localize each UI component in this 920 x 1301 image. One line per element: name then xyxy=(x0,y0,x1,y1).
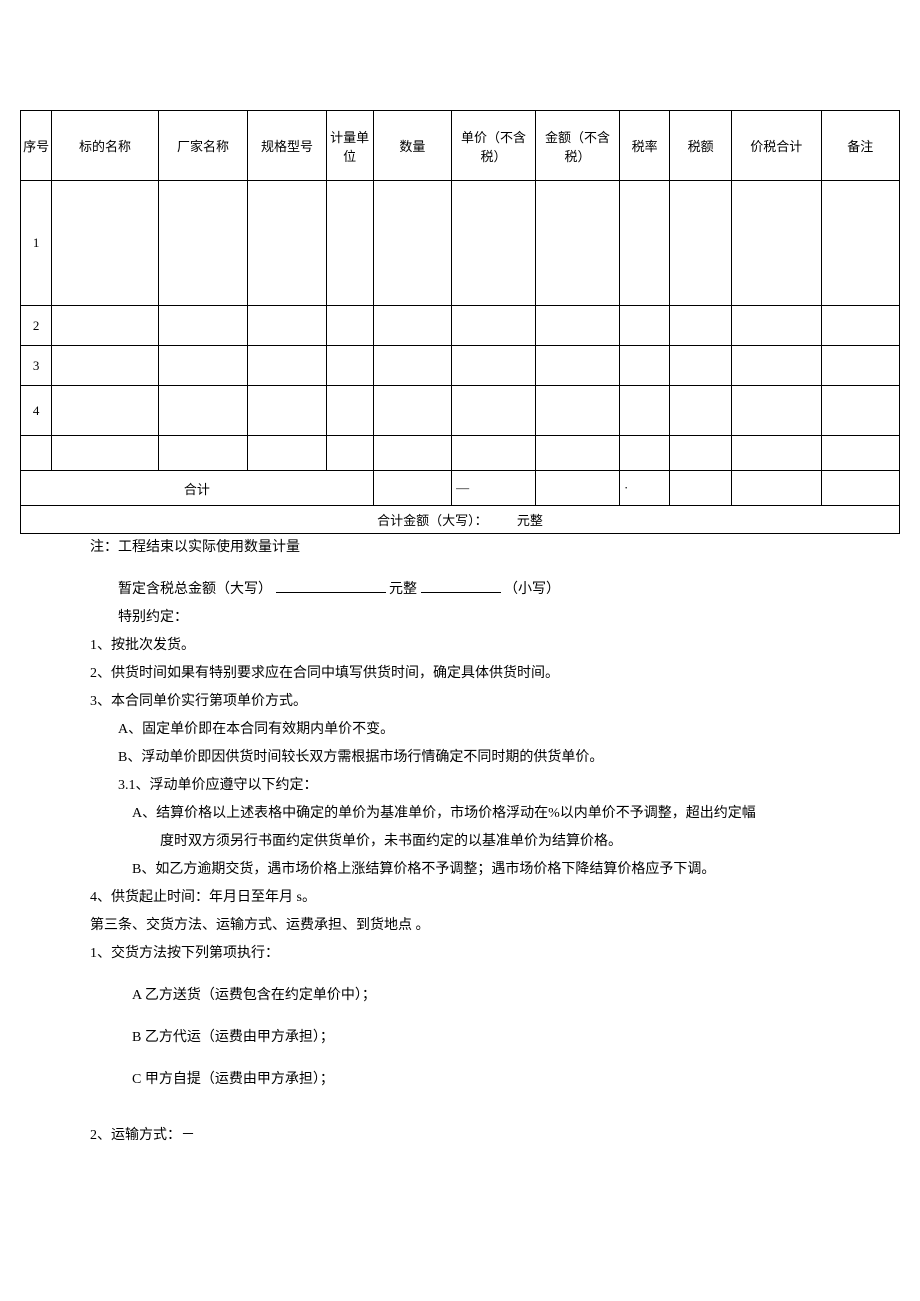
table-row: 1 xyxy=(21,181,900,306)
col-header-taxrate: 税率 xyxy=(620,111,670,181)
item-3-1b: B、如乙方逾期交货，遇市场价格上涨结算价格不予调整；遇市场价格下降结算价格应予下… xyxy=(90,856,900,884)
article-3-item-1c: C 甲方自提（运费由甲方承担）； xyxy=(90,1066,900,1094)
item-3-1a-line1: A、结算价格以上述表格中确定的单价为基准单价，市场价格浮动在%以内单价不予调整，… xyxy=(90,800,900,828)
contract-body: 暂定含税总金额（大写） 元整 （小写） 特别约定： 1、按批次发货。 2、供货时… xyxy=(20,576,900,1150)
table-row-blank xyxy=(21,436,900,471)
col-header-spec: 规格型号 xyxy=(248,111,326,181)
amount-caps-blank xyxy=(276,592,386,593)
total-label: 合计 xyxy=(21,471,374,506)
col-header-factory: 厂家名称 xyxy=(158,111,248,181)
article-3-item-1a: A 乙方送货（运费包含在约定单价中）； xyxy=(90,982,900,1010)
total-taxrate: · xyxy=(620,471,670,506)
article-3-item-1: 1、交货方法按下列第项执行： xyxy=(90,940,900,968)
amount-num-blank xyxy=(421,592,501,593)
cell-seq: 2 xyxy=(21,306,52,346)
table-row-sum: 合计金额（大写）： 元整 xyxy=(21,506,900,534)
article-3-item-1b: B 乙方代运（运费由甲方承担）； xyxy=(90,1024,900,1052)
provisional-amount-line: 暂定含税总金额（大写） 元整 （小写） xyxy=(90,576,900,604)
col-header-qty: 数量 xyxy=(373,111,451,181)
table-row: 3 xyxy=(21,346,900,386)
table-row: 4 xyxy=(21,386,900,436)
table-row: 2 xyxy=(21,306,900,346)
cell-seq: 4 xyxy=(21,386,52,436)
table-row-total: 合计 — · xyxy=(21,471,900,506)
col-header-price: 单价（不含税） xyxy=(452,111,536,181)
article-3-heading: 第三条、交货方法、运输方式、运费承担、到货地点 。 xyxy=(90,912,900,940)
item-3-1: 3.1、浮动单价应遵守以下约定： xyxy=(90,772,900,800)
col-header-seq: 序号 xyxy=(21,111,52,181)
item-3b: B、浮动单价即因供货时间较长双方需根据市场行情确定不同时期的供货单价。 xyxy=(90,744,900,772)
col-header-name: 标的名称 xyxy=(52,111,158,181)
item-3a: A、固定单价即在本合同有效期内单价不变。 xyxy=(90,716,900,744)
item-3: 3、本合同单价实行第项单价方式。 xyxy=(90,688,900,716)
table-header-row: 序号 标的名称 厂家名称 规格型号 计量单位 数量 单价（不含税） 金额（不含税… xyxy=(21,111,900,181)
item-1: 1、按批次发货。 xyxy=(90,632,900,660)
col-header-total: 价税合计 xyxy=(731,111,821,181)
document-page: 序号 标的名称 厂家名称 规格型号 计量单位 数量 单价（不含税） 金额（不含税… xyxy=(0,0,920,1170)
contract-table: 序号 标的名称 厂家名称 规格型号 计量单位 数量 单价（不含税） 金额（不含税… xyxy=(20,110,900,534)
table-footnote: 注：工程结束以实际使用数量计量 xyxy=(20,534,900,562)
total-price: — xyxy=(452,471,536,506)
article-3-item-2: 2、运输方式：－ xyxy=(90,1122,900,1150)
cell-seq: 1 xyxy=(21,181,52,306)
col-header-unit: 计量单位 xyxy=(326,111,373,181)
item-3-1a-line2: 度时双方须另行书面约定供货单价，未书面约定的以基准单价为结算价格。 xyxy=(90,828,900,856)
col-header-amount: 金额（不含税） xyxy=(536,111,620,181)
cell-seq: 3 xyxy=(21,346,52,386)
special-agreement-heading: 特别约定： xyxy=(90,604,900,632)
item-4: 4、供货起止时间：年月日至年月 s。 xyxy=(90,884,900,912)
item-2: 2、供货时间如果有特别要求应在合同中填写供货时间，确定具体供货时间。 xyxy=(90,660,900,688)
col-header-tax: 税额 xyxy=(670,111,732,181)
sum-text: 合计金额（大写）： 元整 xyxy=(21,506,900,534)
col-header-remark: 备注 xyxy=(821,111,899,181)
